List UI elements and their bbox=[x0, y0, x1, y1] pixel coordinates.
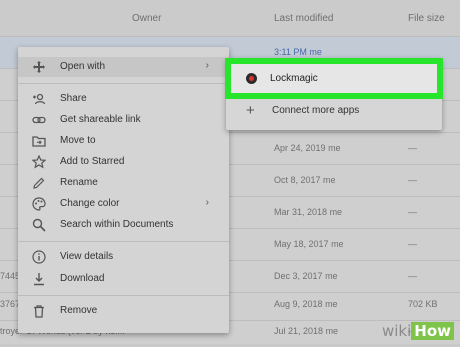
link-icon bbox=[32, 116, 46, 124]
folder-move-icon bbox=[32, 136, 46, 147]
chevron-right-icon: › bbox=[205, 60, 209, 71]
menu-item-label: Rename bbox=[60, 177, 98, 188]
size-cell: — bbox=[408, 271, 417, 281]
modified-cell: Dec 3, 2017 me bbox=[274, 271, 338, 281]
menu-item-label: Search within Documents bbox=[60, 219, 174, 230]
menu-item-move-to[interactable]: Move to bbox=[18, 131, 229, 151]
trash-icon bbox=[34, 305, 44, 318]
menu-item-get-link[interactable]: Get shareable link bbox=[18, 110, 229, 130]
menu-item-label: Move to bbox=[60, 135, 96, 146]
context-menu: Open with › Share Get shareable link Mov… bbox=[18, 47, 229, 333]
menu-divider bbox=[18, 241, 229, 242]
star-icon bbox=[32, 155, 46, 169]
menu-item-rename[interactable]: Rename bbox=[18, 173, 229, 193]
menu-item-add-starred[interactable]: Add to Starred bbox=[18, 152, 229, 172]
modified-cell: 3:11 PM me bbox=[274, 47, 322, 57]
menu-item-share[interactable]: Share bbox=[18, 89, 229, 109]
owner-column-header[interactable]: Owner bbox=[132, 13, 161, 24]
menu-item-search-within[interactable]: Search within Documents bbox=[18, 215, 229, 235]
menu-item-download[interactable]: Download bbox=[18, 269, 229, 289]
menu-divider bbox=[18, 83, 229, 84]
download-icon bbox=[34, 273, 44, 286]
menu-divider bbox=[18, 295, 229, 296]
size-cell: 702 KB bbox=[408, 299, 438, 309]
info-icon bbox=[32, 250, 46, 264]
modified-cell: Jul 21, 2018 me bbox=[274, 326, 339, 336]
size-cell: — bbox=[408, 175, 417, 185]
file-size-column-header[interactable]: File size bbox=[408, 13, 445, 24]
size-cell: — bbox=[408, 207, 417, 217]
menu-item-label: Download bbox=[60, 273, 105, 284]
menu-item-view-details[interactable]: View details bbox=[18, 247, 229, 267]
size-cell: — bbox=[408, 143, 417, 153]
pencil-icon bbox=[33, 177, 45, 189]
menu-item-label: Remove bbox=[60, 305, 98, 316]
chevron-right-icon: › bbox=[205, 197, 209, 208]
move-arrows-icon bbox=[33, 61, 45, 73]
open-with-submenu: Lockmagic + Connect more apps bbox=[225, 58, 443, 130]
watermark-wiki: wiki bbox=[381, 322, 412, 340]
wikihow-watermark: wiki How bbox=[382, 322, 454, 340]
plus-icon: + bbox=[246, 102, 255, 119]
last-modified-column-header[interactable]: Last modified bbox=[274, 13, 333, 24]
modified-cell: Apr 24, 2019 me bbox=[274, 143, 341, 153]
add-person-icon bbox=[33, 93, 46, 105]
menu-item-change-color[interactable]: Change color › bbox=[18, 194, 229, 214]
menu-item-remove[interactable]: Remove bbox=[18, 301, 229, 321]
size-cell: — bbox=[408, 239, 417, 249]
submenu-item-lockmagic[interactable]: Lockmagic bbox=[225, 58, 443, 99]
modified-cell: Oct 8, 2017 me bbox=[274, 175, 336, 185]
search-icon bbox=[32, 218, 46, 232]
column-header: Owner Last modified File size bbox=[0, 0, 460, 37]
menu-item-label: Get shareable link bbox=[60, 114, 141, 125]
submenu-item-connect-apps[interactable]: + Connect more apps bbox=[226, 99, 442, 123]
menu-item-label: View details bbox=[60, 251, 114, 262]
submenu-item-label: Connect more apps bbox=[272, 105, 360, 116]
watermark-how: How bbox=[411, 322, 454, 340]
menu-item-label: Open with bbox=[60, 61, 106, 72]
modified-cell: Mar 31, 2018 me bbox=[274, 207, 343, 217]
menu-item-open-with[interactable]: Open with › bbox=[18, 57, 229, 77]
modified-cell: May 18, 2017 me bbox=[274, 239, 344, 249]
menu-item-label: Add to Starred bbox=[60, 156, 125, 167]
menu-item-label: Share bbox=[60, 93, 87, 104]
menu-item-label: Change color bbox=[60, 198, 120, 209]
lockmagic-logo-icon bbox=[246, 73, 257, 84]
modified-cell: Aug 9, 2018 me bbox=[274, 299, 338, 309]
palette-icon bbox=[32, 197, 46, 211]
submenu-item-label: Lockmagic bbox=[270, 73, 318, 84]
